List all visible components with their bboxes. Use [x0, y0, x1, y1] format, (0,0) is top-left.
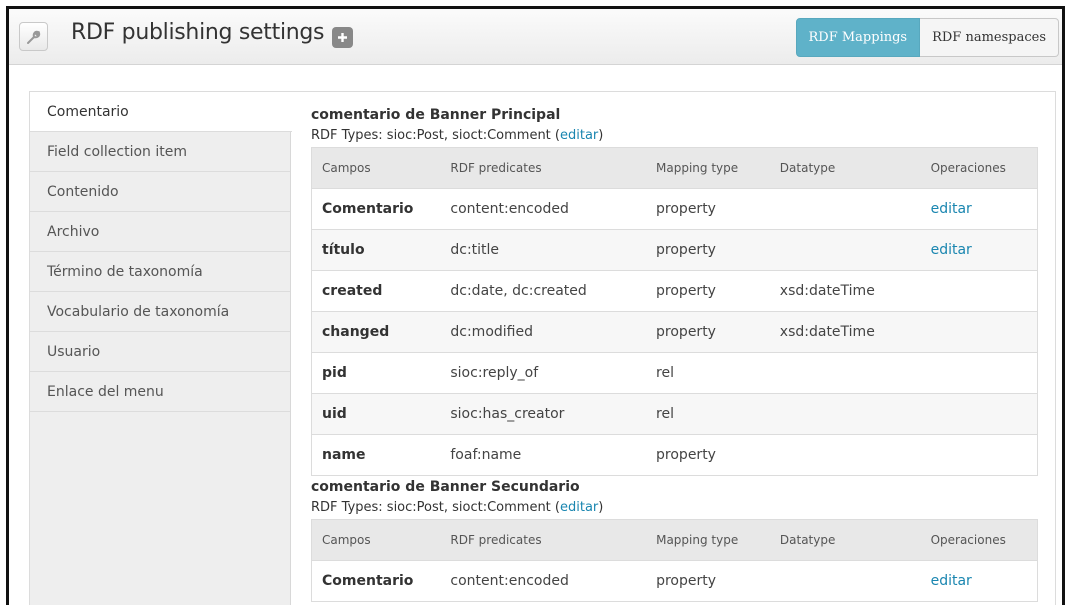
col-header-operaciones: Operaciones — [920, 147, 1038, 189]
cell-predicates: foaf:name — [440, 434, 647, 476]
cell-operation — [920, 352, 1038, 394]
page-title: RDF publishing settings — [71, 20, 325, 45]
cell-operation — [920, 311, 1038, 353]
col-header-datatype: Datatype — [769, 147, 921, 189]
col-header-mapping-type: Mapping type — [646, 147, 770, 189]
tab-rdf-namespaces[interactable]: RDF namespaces — [920, 18, 1059, 57]
cell-datatype: xsd:dateTime — [769, 270, 921, 312]
table-row: Comentario content:encoded property edit… — [311, 188, 1038, 230]
edit-rdf-types-link[interactable]: editar — [560, 500, 598, 515]
edit-rdf-types-link[interactable]: editar — [560, 128, 598, 143]
cell-datatype — [769, 434, 921, 476]
cell-field: Comentario — [311, 560, 441, 602]
rdf-types-label: RDF Types: sioc:Post, sioct:Comment ( — [311, 500, 560, 515]
table-row: título dc:title property editar — [311, 229, 1038, 271]
cell-operation: editar — [920, 229, 1038, 271]
sidebar-item-usuario[interactable]: Usuario — [30, 332, 290, 372]
sidebar-item-archivo[interactable]: Archivo — [30, 212, 290, 252]
edit-link[interactable]: editar — [931, 201, 972, 217]
col-header-operaciones: Operaciones — [920, 519, 1038, 561]
rdf-types-close: ) — [598, 500, 604, 515]
col-header-mapping-type: Mapping type — [646, 519, 770, 561]
rdf-types-label: RDF Types: sioc:Post, sioct:Comment ( — [311, 128, 560, 143]
mapping-section: comentario de Banner Secundario RDF Type… — [311, 479, 1038, 602]
sidebar-item-termino[interactable]: Término de taxonomía — [30, 252, 290, 292]
cell-field: Comentario — [311, 188, 441, 230]
section-title: comentario de Banner Principal — [311, 107, 561, 123]
table-row: created dc:date, dc:created property xsd… — [311, 270, 1038, 312]
table-header-row: Campos RDF predicates Mapping type Datat… — [311, 519, 1038, 561]
cell-operation: editar — [920, 188, 1038, 230]
cell-operation — [920, 270, 1038, 312]
cell-datatype — [769, 352, 921, 394]
cell-field: título — [311, 229, 441, 271]
edit-link[interactable]: editar — [931, 242, 972, 258]
cell-operation: editar — [920, 560, 1038, 602]
edit-link[interactable]: editar — [931, 573, 972, 589]
col-header-campos: Campos — [311, 147, 441, 189]
cell-mapping: rel — [646, 352, 770, 394]
mapping-table: Campos RDF predicates Mapping type Datat… — [311, 519, 1038, 602]
sidebar-item-contenido[interactable]: Contenido — [30, 172, 290, 212]
rdf-types: RDF Types: sioc:Post, sioct:Comment (edi… — [311, 128, 1038, 143]
cell-operation — [920, 434, 1038, 476]
cell-datatype — [769, 393, 921, 435]
sidebar: Comentario Field collection item Conteni… — [30, 92, 292, 605]
col-header-datatype: Datatype — [769, 519, 921, 561]
cell-predicates: dc:modified — [440, 311, 647, 353]
table-row: pid sioc:reply_of rel — [311, 352, 1038, 394]
cell-field: name — [311, 434, 441, 476]
cell-datatype — [769, 560, 921, 602]
col-header-campos: Campos — [311, 519, 441, 561]
add-shortcut-icon[interactable] — [332, 27, 353, 48]
cell-predicates: sioc:has_creator — [440, 393, 647, 435]
content-area: comentario de Banner Principal RDF Types… — [311, 92, 1038, 602]
mapping-table: Campos RDF predicates Mapping type Datat… — [311, 147, 1038, 476]
table-row: Comentario content:encoded property edit… — [311, 560, 1038, 602]
cell-mapping: rel — [646, 393, 770, 435]
cell-mapping: property — [646, 229, 770, 271]
table-row: changed dc:modified property xsd:dateTim… — [311, 311, 1038, 353]
sidebar-item-field-collection[interactable]: Field collection item — [30, 132, 290, 172]
header-tabs: RDF Mappings RDF namespaces — [795, 18, 1059, 57]
table-row: name foaf:name property — [311, 434, 1038, 476]
cell-datatype — [769, 188, 921, 230]
cell-mapping: property — [646, 560, 770, 602]
cell-predicates: content:encoded — [440, 560, 647, 602]
tab-rdf-mappings[interactable]: RDF Mappings — [795, 18, 921, 57]
cell-mapping: property — [646, 434, 770, 476]
cell-operation — [920, 393, 1038, 435]
rdf-types: RDF Types: sioc:Post, sioct:Comment (edi… — [311, 500, 1038, 515]
cell-mapping: property — [646, 311, 770, 353]
col-header-predicates: RDF predicates — [440, 519, 647, 561]
sidebar-item-enlace-menu[interactable]: Enlace del menu — [30, 372, 290, 412]
table-row: uid sioc:has_creator rel — [311, 393, 1038, 435]
cell-datatype — [769, 229, 921, 271]
cell-mapping: property — [646, 188, 770, 230]
table-header-row: Campos RDF predicates Mapping type Datat… — [311, 147, 1038, 189]
section-title: comentario de Banner Secundario — [311, 479, 580, 495]
rdf-types-close: ) — [598, 128, 604, 143]
cell-mapping: property — [646, 270, 770, 312]
col-header-predicates: RDF predicates — [440, 147, 647, 189]
wrench-icon[interactable] — [19, 22, 48, 51]
cell-predicates: sioc:reply_of — [440, 352, 647, 394]
cell-field: pid — [311, 352, 441, 394]
cell-field: changed — [311, 311, 441, 353]
app-frame: RDF publishing settings RDF Mappings RDF… — [6, 6, 1065, 605]
cell-field: uid — [311, 393, 441, 435]
cell-datatype: xsd:dateTime — [769, 311, 921, 353]
main-panel: Comentario Field collection item Conteni… — [29, 91, 1056, 605]
cell-field: created — [311, 270, 441, 312]
cell-predicates: dc:title — [440, 229, 647, 271]
page-header: RDF publishing settings RDF Mappings RDF… — [9, 9, 1062, 65]
cell-predicates: content:encoded — [440, 188, 647, 230]
sidebar-item-comentario[interactable]: Comentario — [30, 92, 292, 132]
cell-predicates: dc:date, dc:created — [440, 270, 647, 312]
sidebar-item-vocabulario[interactable]: Vocabulario de taxonomía — [30, 292, 290, 332]
mapping-section: comentario de Banner Principal RDF Types… — [311, 107, 1038, 476]
